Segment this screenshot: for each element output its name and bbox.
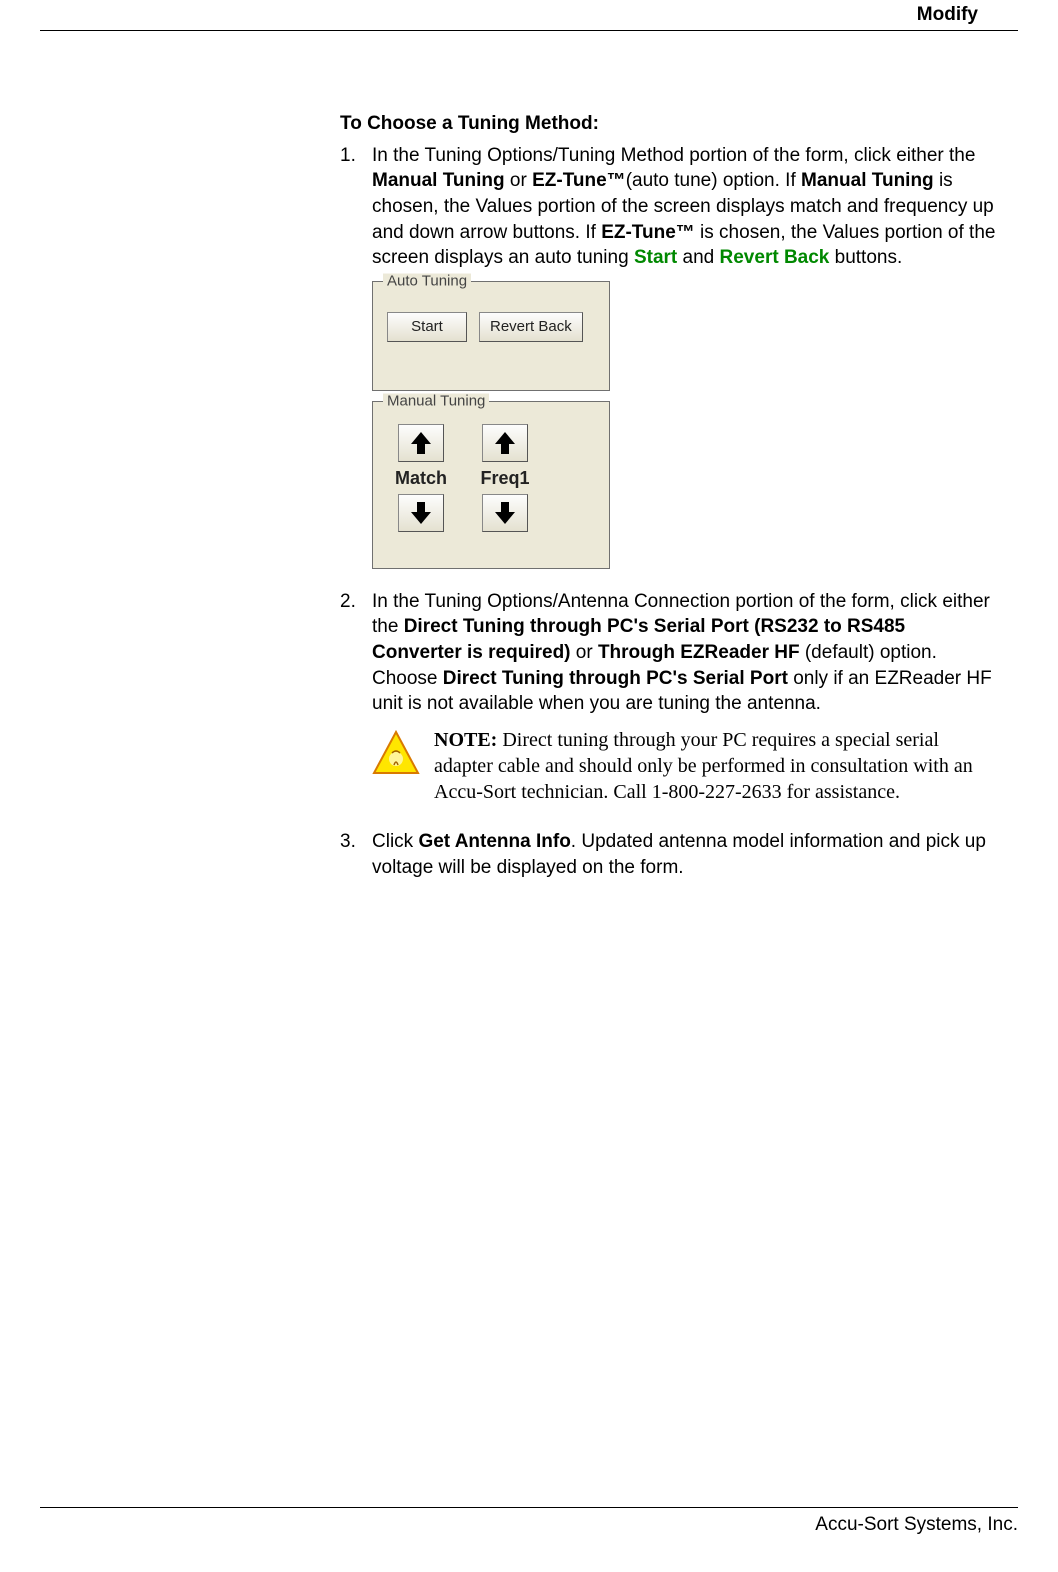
match-down-button[interactable] (398, 494, 444, 532)
auto-tuning-label: Auto Tuning (383, 273, 471, 288)
step-1-bold-ez-tune-2: EZ-Tune™ (601, 222, 695, 243)
note-body: NOTE: Direct tuning through your PC requ… (434, 727, 998, 805)
step-1: 1. In the Tuning Options/Tuning Method p… (340, 143, 998, 579)
step-3-bold-get-antenna-info: Get Antenna Info (418, 831, 570, 852)
page-content: To Choose a Tuning Method: 1. In the Tun… (340, 111, 998, 880)
arrow-up-icon (411, 432, 431, 454)
arrow-down-icon (495, 502, 515, 524)
freq-down-button[interactable] (482, 494, 528, 532)
arrow-up-icon (495, 432, 515, 454)
auto-tuning-buttons: Start Revert Back (373, 300, 609, 354)
freq-up-button[interactable] (482, 424, 528, 462)
step-2-body: In the Tuning Options/Antenna Connection… (372, 589, 998, 819)
page-header: Modify (40, 0, 1018, 31)
step-2-text-b: or (571, 642, 598, 663)
warning-icon (372, 729, 420, 777)
step-1-bold-manual-tuning-2: Manual Tuning (801, 170, 934, 191)
step-1-bold-ez-tune: EZ-Tune™ (532, 170, 626, 191)
step-1-text-a: In the Tuning Options/Tuning Method port… (372, 145, 975, 166)
match-label: Match (395, 466, 447, 490)
step-3-number: 3. (340, 829, 372, 880)
auto-tuning-panel: Auto Tuning Start Revert Back (372, 281, 610, 391)
footer-company: Accu-Sort Systems, Inc. (815, 1514, 1018, 1535)
step-1-text-f: and (677, 247, 719, 268)
page-footer: Accu-Sort Systems, Inc. (40, 1507, 1018, 1536)
step-1-bold-manual-tuning: Manual Tuning (372, 170, 505, 191)
step-2-number: 2. (340, 589, 372, 819)
step-1-green-start: Start (634, 247, 677, 268)
step-3-text-a: Click (372, 831, 418, 852)
note-text: Direct tuning through your PC requires a… (434, 729, 973, 803)
step-1-number: 1. (340, 143, 372, 579)
start-button[interactable]: Start (387, 312, 467, 342)
step-1-body: In the Tuning Options/Tuning Method port… (372, 143, 998, 579)
step-1-text-b: or (505, 170, 532, 191)
step-2-bold-through-ezreader: Through EZReader HF (598, 642, 800, 663)
step-3-body: Click Get Antenna Info. Updated antenna … (372, 829, 998, 880)
step-1-green-revert-back: Revert Back (720, 247, 830, 268)
step-2: 2. In the Tuning Options/Antenna Connect… (340, 589, 998, 819)
manual-tuning-grid: Match Freq1 (373, 416, 609, 540)
step-1-text-g: buttons. (829, 247, 902, 268)
page-header-title: Modify (917, 4, 978, 25)
freq-label: Freq1 (480, 466, 529, 490)
step-1-text-c: (auto tune) option. If (626, 170, 801, 191)
step-2-bold-direct-tuning-2: Direct Tuning through PC's Serial Port (443, 668, 788, 689)
note-block: NOTE: Direct tuning through your PC requ… (372, 727, 998, 805)
manual-tuning-panel: Manual Tuning Match Freq1 (372, 401, 610, 569)
revert-back-button[interactable]: Revert Back (479, 312, 583, 342)
step-3: 3. Click Get Antenna Info. Updated anten… (340, 829, 998, 880)
note-label: NOTE: (434, 729, 497, 751)
section-heading: To Choose a Tuning Method: (340, 111, 998, 137)
match-up-button[interactable] (398, 424, 444, 462)
manual-tuning-label: Manual Tuning (383, 393, 489, 408)
arrow-down-icon (411, 502, 431, 524)
